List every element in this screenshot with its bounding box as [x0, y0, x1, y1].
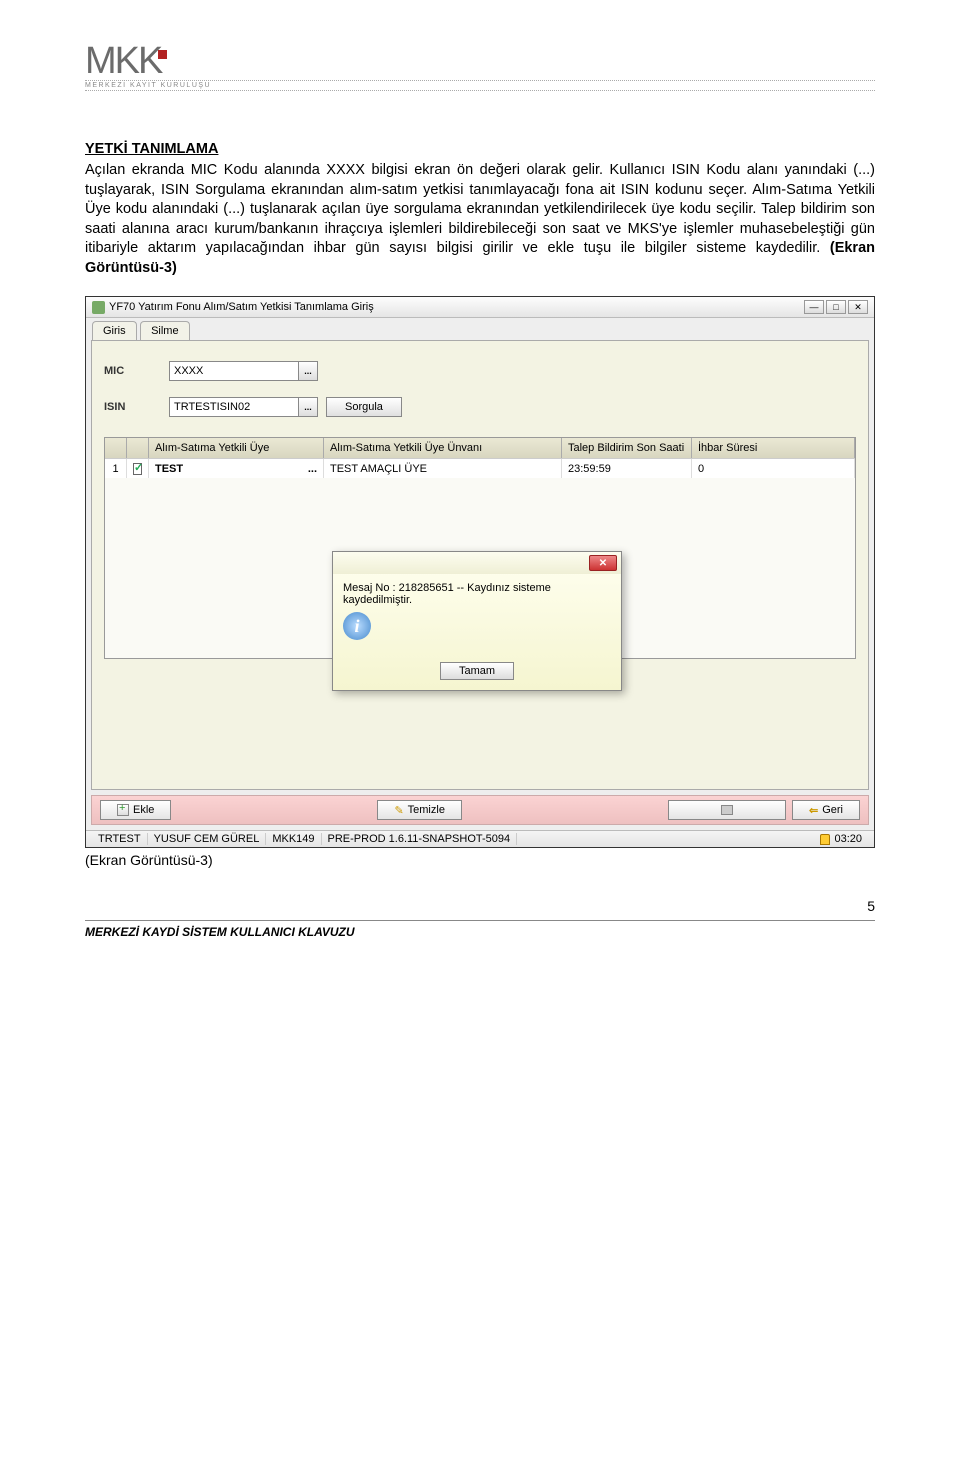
row-unvan: TEST AMAÇLI ÜYE — [324, 459, 562, 478]
status-version: PRE-PROD 1.6.11-SNAPSHOT-5094 — [322, 833, 518, 845]
info-dialog: ✕ Mesaj No : 218285651 -- Kaydınız siste… — [332, 551, 622, 691]
body-paragraph: Açılan ekranda MIC Kodu alanında XXXX bi… — [85, 161, 875, 278]
minimize-button[interactable]: — — [804, 300, 824, 314]
col-header-chk — [127, 438, 149, 458]
col-header-talep: Talep Bildirim Son Saati — [562, 438, 692, 458]
row-ihbar: 0 — [692, 459, 855, 478]
sorgula-button[interactable]: Sorgula — [326, 397, 402, 417]
body-text-span: Açılan ekranda MIC Kodu alanında XXXX bi… — [85, 162, 875, 256]
ekle-button[interactable]: Ekle — [100, 800, 171, 820]
checkbox-icon — [133, 463, 142, 475]
tabstrip: Giris Silme — [86, 318, 874, 340]
col-header-ihbar: İhbar Süresi — [692, 438, 855, 458]
table-row[interactable]: 1 TEST... TEST AMAÇLI ÜYE 23:59:59 0 — [105, 458, 855, 478]
dialog-message: Mesaj No : 218285651 -- Kaydınız sisteme… — [343, 582, 611, 606]
mic-input[interactable] — [169, 361, 299, 381]
status-user-code: TRTEST — [92, 833, 148, 845]
clear-icon: ✎ — [394, 804, 403, 817]
isin-lookup-button[interactable]: ... — [298, 397, 318, 417]
page-number: 5 — [85, 898, 875, 914]
logo-square-icon — [158, 50, 167, 59]
row-num: 1 — [105, 459, 127, 478]
page-footer: MERKEZİ KAYDİ SİSTEM KULLANICI KLAVUZU — [85, 920, 875, 939]
dialog-titlebar: ✕ — [333, 552, 621, 574]
isin-input[interactable] — [169, 397, 299, 417]
row-uye: TEST... — [149, 459, 324, 478]
tab-content: MIC ... ISIN ... Sorgula Alım-Satıma Yet… — [91, 340, 869, 790]
logo: MKK MERKEZİ KAYIT KURULUŞU — [85, 40, 875, 91]
status-terminal: MKK149 — [266, 833, 321, 845]
maximize-button[interactable]: □ — [826, 300, 846, 314]
back-icon: ⇐ — [809, 804, 818, 817]
col-header-uye: Alım-Satıma Yetkili Üye — [149, 438, 324, 458]
print-icon — [721, 805, 733, 815]
isin-label: ISIN — [104, 401, 169, 413]
row-talep: 23:59:59 — [562, 459, 692, 478]
mic-lookup-button[interactable]: ... — [298, 361, 318, 381]
row-checkbox[interactable] — [127, 459, 149, 478]
tab-giris[interactable]: Giris — [92, 321, 137, 340]
add-icon — [117, 804, 129, 816]
temizle-button[interactable]: ✎Temizle — [377, 800, 462, 820]
app-icon — [92, 301, 105, 314]
window-title: YF70 Yatırım Fonu Alım/Satım Yetkisi Tan… — [109, 301, 374, 313]
figure-caption: (Ekran Görüntüsü-3) — [85, 852, 875, 868]
app-window: YF70 Yatırım Fonu Alım/Satım Yetkisi Tan… — [85, 296, 875, 848]
action-bar: Ekle ✎Temizle ⇐Geri — [91, 795, 869, 825]
row-uye-lookup-icon[interactable]: ... — [308, 463, 317, 475]
col-header-num — [105, 438, 127, 458]
logo-subtitle: MERKEZİ KAYIT KURULUŞU — [85, 80, 875, 91]
info-icon: i — [343, 612, 371, 640]
tab-silme[interactable]: Silme — [140, 321, 190, 340]
logo-text: MKK — [85, 40, 161, 83]
status-bar: TRTEST YUSUF CEM GÜREL MKK149 PRE-PROD 1… — [86, 830, 874, 847]
dialog-ok-button[interactable]: Tamam — [440, 662, 514, 680]
print-button[interactable] — [668, 800, 786, 820]
lock-icon — [820, 834, 830, 845]
status-time: 03:20 — [814, 833, 868, 845]
close-button[interactable]: ✕ — [848, 300, 868, 314]
window-titlebar: YF70 Yatırım Fonu Alım/Satım Yetkisi Tan… — [86, 297, 874, 318]
col-header-unvan: Alım-Satıma Yetkili Üye Ünvanı — [324, 438, 562, 458]
dialog-close-button[interactable]: ✕ — [589, 555, 617, 571]
geri-button[interactable]: ⇐Geri — [792, 800, 860, 820]
status-user-name: YUSUF CEM GÜREL — [148, 833, 267, 845]
mic-label: MIC — [104, 365, 169, 377]
section-title: YETKİ TANIMLAMA — [85, 141, 875, 157]
